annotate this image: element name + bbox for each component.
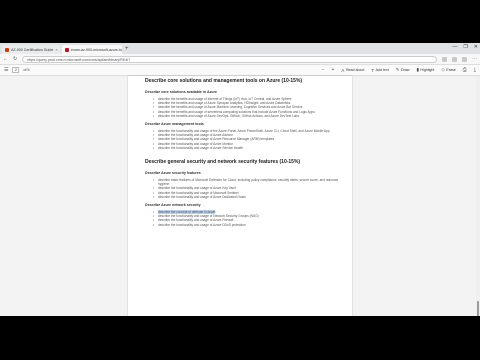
profile-icon[interactable] [462, 56, 467, 62]
list-item: describe basic features of Microsoft Def… [145, 178, 341, 186]
vertical-scrollbar[interactable] [476, 76, 480, 316]
save-icon[interactable]: ⤓ [474, 67, 476, 73]
contents-icon[interactable]: ☰ [4, 67, 8, 73]
section-heading: Describe general security and network se… [145, 159, 301, 166]
window-controls: — ❐ ✕ [452, 44, 478, 50]
zoom-in-button[interactable]: + [332, 67, 335, 73]
bullet-list: describe basic features of Microsoft Def… [145, 178, 341, 199]
maximize-icon[interactable]: ❐ [463, 44, 467, 50]
read-aloud-button[interactable]: A Read aloud [341, 68, 364, 73]
pdf-toolbar: ☰ 2 of 5 − + A Read aloud T Add text ✎ Draw… [0, 65, 480, 76]
erase-label: Erase [446, 68, 456, 72]
print-icon[interactable]: ⎙ [463, 67, 467, 73]
zoom-out-button[interactable]: − [322, 67, 325, 73]
page-content: Describe core solutions and management t… [145, 76, 341, 227]
list-item: describe the functionality and usage of … [145, 195, 341, 199]
tab-az900-guide[interactable]: AZ-900 Certification Guide × [2, 45, 60, 54]
read-aloud-icon: A [341, 67, 345, 73]
subsection-heading: Describe Azure security features [145, 171, 201, 176]
tab-favicon-icon [5, 47, 9, 52]
more-menu-icon[interactable]: ⋯ [472, 56, 477, 62]
highlighter-icon: ▮ [416, 67, 419, 72]
refresh-icon[interactable]: ↻ [13, 56, 17, 62]
list-item: describe the functionality and usage of … [145, 146, 341, 150]
add-text-label: Add text [375, 68, 389, 72]
highlight-button[interactable]: ▮ Highlight [416, 67, 434, 73]
bullet-list: describe the functionality and usage of … [145, 129, 341, 150]
tab-favicon-icon [65, 47, 69, 52]
draw-button[interactable]: ✎ Draw [396, 67, 410, 73]
new-tab-button[interactable]: + [125, 45, 129, 54]
page-total: of 5 [23, 68, 30, 72]
read-aloud-label: Read aloud [345, 68, 365, 72]
page-number-input[interactable]: 2 [12, 67, 20, 73]
tab-exam-pdf[interactable]: exam-az-900-microsoft-azure-fu × [62, 45, 122, 54]
subsection-heading: Describe core solutions available in Azu… [145, 90, 217, 94]
url-field[interactable]: https://query.prod.cms.rt.microsoft.com/… [22, 55, 437, 63]
highlight-label: Highlight [420, 68, 435, 72]
text-icon: T [371, 67, 375, 73]
tab-label: exam-az-900-microsoft-azure-fu [71, 47, 122, 52]
bullet-list: describe the benefits and usage of Inter… [145, 97, 341, 118]
scrollbar-thumb[interactable] [477, 301, 479, 316]
favorites-icon[interactable] [442, 56, 447, 62]
tab-label: AZ-900 Certification Guide [11, 47, 54, 52]
back-icon[interactable]: ← [3, 56, 8, 62]
pdf-page: Describe core solutions and management t… [128, 76, 352, 316]
draw-label: Draw [401, 68, 410, 72]
eraser-icon: ◇ [441, 67, 445, 72]
pen-icon: ✎ [395, 67, 400, 72]
subsection-heading: Describe Azure management tools [145, 122, 204, 127]
section-heading: Describe core solutions and management t… [145, 78, 303, 84]
list-item: describe the functionality and usage of … [145, 223, 341, 227]
erase-button[interactable]: ◇ Erase [441, 67, 455, 73]
minimize-icon[interactable]: — [452, 44, 457, 50]
browser-window: AZ-900 Certification Guide × exam-az-900… [0, 43, 480, 316]
close-window-icon[interactable]: ✕ [474, 44, 478, 50]
add-text-button[interactable]: T Add text [371, 68, 388, 73]
list-item: describe the benefits and usage of Azure… [145, 114, 341, 118]
bullet-list: describe the concept of defense in depth… [145, 210, 341, 227]
subsection-heading: Describe Azure network security [145, 203, 201, 208]
collections-icon[interactable] [452, 56, 457, 62]
tab-bar: AZ-900 Certification Guide × exam-az-900… [0, 43, 480, 54]
close-tab-icon[interactable]: × [55, 47, 57, 52]
address-bar: ← ↻ https://query.prod.cms.rt.microsoft.… [0, 54, 480, 65]
